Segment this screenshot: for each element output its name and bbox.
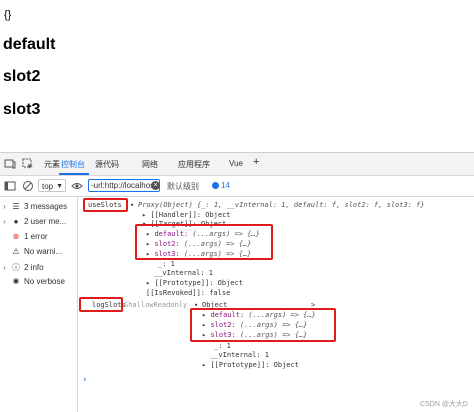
issues-count: 14 xyxy=(221,181,230,190)
list-icon: ☰ xyxy=(12,202,20,211)
expand-toggle-icon[interactable]: ▾ xyxy=(130,201,134,209)
sidebar-item-verbose[interactable]: ✱ No verbose xyxy=(3,277,65,291)
tab-network[interactable]: 网络 xyxy=(142,159,158,170)
handler-row[interactable]: ▸ [[Handler]]: Object xyxy=(142,211,231,219)
console-output: useSlots ▾ Proxy(Object) {_: 1, __vInter… xyxy=(78,197,474,412)
log-levels-dropdown[interactable]: 默认级别 xyxy=(167,181,199,192)
shallowreadonly-summary[interactable]: ShallowReadonly xyxy=(124,301,187,309)
sidebar-item-warnings[interactable]: ⚠ No warni... xyxy=(3,247,62,261)
chevron-right-icon: › xyxy=(3,217,6,226)
issues-icon xyxy=(212,182,219,189)
sidebar-item-label: No verbose xyxy=(24,277,65,286)
chevron-right-icon: › xyxy=(3,263,6,272)
sidebar-item-label: No warni... xyxy=(24,247,63,256)
clear-filter-icon[interactable]: × xyxy=(151,181,160,190)
error-icon: ⊗ xyxy=(12,232,20,241)
tab-application[interactable]: 应用程序 xyxy=(178,159,210,170)
sidebar-toggle-icon[interactable] xyxy=(4,180,16,192)
add-tab-button[interactable]: + xyxy=(253,156,259,168)
sidebar-item-label: 1 error xyxy=(24,232,48,241)
console-prompt[interactable]: › xyxy=(82,375,87,385)
tab-console[interactable]: 控制台 xyxy=(61,159,85,170)
tab-elements[interactable]: 元素 xyxy=(44,159,60,170)
target-prototype-row[interactable]: ▸ [[Prototype]]: Object xyxy=(146,279,243,287)
tab-sources[interactable]: 源代码 xyxy=(95,159,119,170)
sidebar-item-user-messages[interactable]: › ● 2 user me... xyxy=(3,217,66,231)
device-toolbar-icon[interactable] xyxy=(4,158,16,170)
watermark: CSDN @大大D xyxy=(420,401,468,408)
devtools-panel: 元素 控制台 源代码 网络 应用程序 Vue + top ▼ -url:http:… xyxy=(0,152,474,412)
console-toolbar: top ▼ -url:http://localhos × 默认级别 14 xyxy=(0,176,474,197)
sidebar-item-label: 2 info xyxy=(24,263,44,272)
highlight-box xyxy=(79,297,123,312)
highlight-box xyxy=(83,198,128,212)
isrevoked-row: [[IsRevoked]]: false xyxy=(146,289,231,297)
heading-slot2: slot2 xyxy=(3,68,41,85)
tab-vue[interactable]: Vue xyxy=(229,159,243,168)
sidebar-item-errors[interactable]: ⊗ 1 error xyxy=(3,232,48,246)
page-content: {} default slot2 slot3 xyxy=(0,0,474,150)
inspect-element-icon[interactable] xyxy=(22,158,34,170)
target-vinternal-row: __vInternal: 1 xyxy=(154,269,214,277)
heading-slot3: slot3 xyxy=(3,101,41,118)
shallow-prototype-row[interactable]: ▸ [[Prototype]]: Object xyxy=(202,361,299,369)
warning-icon: ⚠ xyxy=(12,247,20,256)
sidebar-item-label: 2 user me... xyxy=(24,217,67,226)
user-icon: ● xyxy=(13,217,19,226)
eye-icon[interactable] xyxy=(71,180,83,192)
issues-badge[interactable]: 14 xyxy=(212,181,230,190)
devtools-tabbar: 元素 控制台 源代码 网络 应用程序 Vue + xyxy=(0,153,474,176)
context-select[interactable]: top ▼ xyxy=(38,179,66,192)
bug-icon: ✱ xyxy=(12,277,20,286)
proxy-summary[interactable]: Proxy(Object) {_: 1, __vInternal: 1, def… xyxy=(138,201,425,209)
console-sidebar: › ☰ 3 messages › ● 2 user me... ⊗ 1 error ⚠ No… xyxy=(0,197,78,412)
chevron-down-icon: ▼ xyxy=(56,183,63,190)
braces-text: {} xyxy=(4,9,12,21)
target-underscore-row: _: 1 xyxy=(158,260,175,268)
shallow-underscore-row: _: 1 xyxy=(214,342,231,350)
highlight-box xyxy=(135,224,273,260)
chevron-right-icon: › xyxy=(3,202,6,211)
active-tab-indicator xyxy=(59,173,89,175)
filter-input[interactable]: -url:http://localhos xyxy=(88,179,160,192)
heading-default: default xyxy=(3,36,56,53)
sidebar-item-label: 3 messages xyxy=(24,202,68,211)
clear-console-icon[interactable] xyxy=(22,180,34,192)
sidebar-item-info[interactable]: › ⓘ 2 info xyxy=(3,262,44,276)
sidebar-item-messages[interactable]: › ☰ 3 messages xyxy=(3,202,67,216)
context-value: top xyxy=(42,182,54,191)
shallow-vinternal-row: __vInternal: 1 xyxy=(210,351,270,359)
highlight-box xyxy=(190,308,336,342)
info-icon: ⓘ xyxy=(12,263,20,272)
